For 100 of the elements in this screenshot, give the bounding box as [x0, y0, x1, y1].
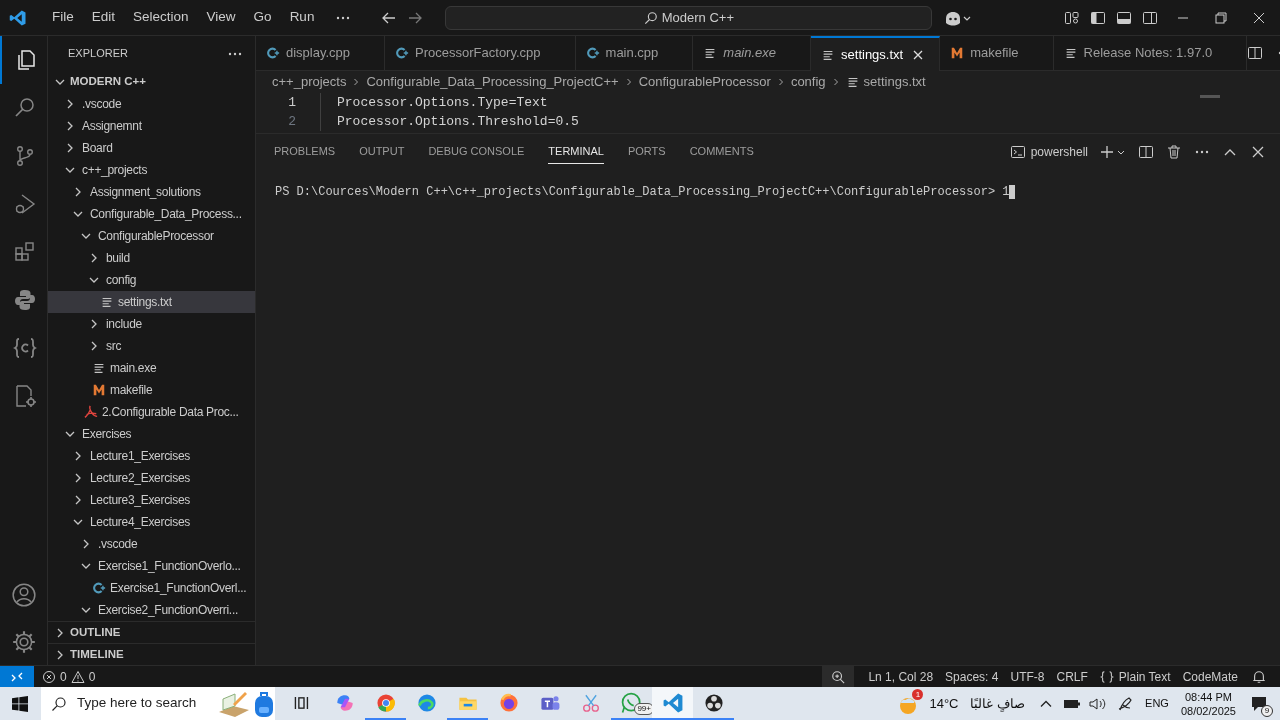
menu-item[interactable]: Selection [124, 7, 198, 28]
editor-tab[interactable]: settings.txt [811, 36, 941, 71]
tree-item[interactable]: Assignment_solutions [48, 181, 255, 203]
clock[interactable]: 08:44 PM 08/02/2025 [1180, 689, 1236, 718]
breadcrumb[interactable]: Configurable_Data_Processing_ProjectC++ [366, 72, 619, 92]
tree-item[interactable]: Assignemnt [48, 115, 255, 137]
menu-item[interactable]: View [197, 7, 245, 28]
tree-item[interactable]: config [48, 269, 255, 291]
tree-item[interactable]: include [48, 313, 255, 335]
notebook-pencil-icon [217, 689, 251, 718]
cpp-file-icon [585, 46, 600, 60]
cpp-file-icon [395, 46, 410, 60]
tree-item[interactable]: c++_projects [48, 159, 255, 181]
tree-item[interactable]: .vscode [48, 533, 255, 555]
tree-item[interactable]: Lecture3_Exercises [48, 489, 255, 511]
status-item[interactable]: Ln 1, Col 28 [862, 667, 940, 686]
m-letter-icon [92, 383, 106, 397]
cpp-file-icon [92, 581, 106, 595]
speaker-icon[interactable] [1089, 696, 1108, 711]
breadcrumb[interactable]: ConfigurableProcessor [638, 72, 771, 92]
editor-tab[interactable]: main.exe [693, 36, 812, 71]
layout-icon[interactable] [1064, 9, 1080, 26]
snakes-icon[interactable] [12, 288, 37, 312]
m-letter-icon [950, 46, 965, 60]
tree-item[interactable]: Board [48, 137, 255, 159]
editor-tab[interactable]: Release Notes: 1.97.0 [1053, 36, 1248, 71]
tree-item[interactable]: Lecture4_Exercises [48, 511, 255, 533]
tree-item[interactable]: Lecture1_Exercises [48, 445, 255, 467]
editor-tab[interactable]: display.cpp [256, 36, 386, 71]
plus-icon[interactable] [1100, 143, 1126, 160]
status-item[interactable]: UTF-8 [1004, 667, 1051, 686]
tree-item[interactable]: build [48, 247, 255, 269]
pdf-file-icon [84, 405, 98, 419]
breadcrumb[interactable]: c++_projects [272, 72, 347, 92]
tree-item[interactable]: Exercise1_FunctionOverl... [48, 577, 255, 599]
tree-item[interactable]: src [48, 335, 255, 357]
notification-icon[interactable] [1250, 694, 1268, 713]
editor-tab[interactable]: main.cpp [575, 36, 694, 71]
panel-tab[interactable]: TERMINAL [548, 138, 604, 165]
restore-icon[interactable] [1214, 10, 1228, 25]
braces-icon[interactable] [12, 336, 37, 360]
search-input[interactable]: Type here to search [77, 693, 211, 714]
language-indicator[interactable]: ENG [1145, 695, 1169, 712]
breadcrumb[interactable]: config [790, 72, 826, 92]
bell-icon[interactable] [1252, 669, 1266, 684]
braces-icon [1099, 669, 1114, 684]
windows-logo-icon [12, 695, 28, 712]
panel-tab[interactable]: OUTPUT [359, 138, 405, 165]
tree-item[interactable]: main.exe [48, 357, 255, 379]
blocks-icon[interactable] [12, 240, 37, 264]
status-item[interactable]: CodeMate [1176, 667, 1244, 686]
split-editor-icon[interactable] [1247, 45, 1264, 61]
terminal-prompt: PS D:\Cources\Modern C++\c++_projects\Configurable_Data_Processing_ProjectC++\ConfigurableProcessor> [275, 184, 996, 201]
panel-tab[interactable]: COMMENTS [689, 138, 754, 165]
zoom-button[interactable] [822, 666, 855, 687]
workspace-title[interactable]: MODERN C++ [70, 73, 147, 91]
menu-item[interactable]: File [43, 7, 83, 28]
tree-item[interactable]: Exercise1_FunctionOverlo... [48, 555, 255, 577]
typed-text: 1 [1002, 184, 1010, 201]
tree-item[interactable]: .vscode [48, 93, 255, 115]
tree-item[interactable]: Exercises [48, 423, 255, 445]
settings-icon[interactable] [10, 629, 37, 655]
menu-item[interactable]: Run [280, 7, 324, 28]
tree-item[interactable]: Configurable_Data_Process... [48, 203, 255, 225]
status-item[interactable]: CRLF [1050, 667, 1094, 686]
app-logo-icon [9, 8, 27, 27]
breadcrumb[interactable]: settings.txt [845, 72, 926, 92]
panel-toggle-icon[interactable] [1116, 9, 1132, 26]
text-file-icon [100, 295, 114, 309]
panel-tab[interactable]: PROBLEMS [274, 138, 336, 165]
tree-item[interactable]: Lecture2_Exercises [48, 467, 255, 489]
tree-item[interactable]: ConfigurableProcessor [48, 225, 255, 247]
menu-item[interactable]: Edit [82, 7, 125, 28]
tree-item[interactable]: makefile [48, 379, 255, 401]
cpp-file-icon [266, 46, 280, 60]
count-badge: 99+ [634, 703, 654, 715]
trash-icon[interactable] [1166, 143, 1182, 160]
problems-indicator[interactable]: 0 0 [42, 667, 96, 686]
tree-item[interactable]: settings.txt [48, 291, 255, 313]
section-header[interactable]: OUTLINE [48, 621, 255, 643]
status-item[interactable]: Plain Text [1093, 667, 1177, 686]
tree-item[interactable]: 2.Configurable Data Proc... [48, 401, 255, 423]
command-center-field[interactable]: Modern C++ [445, 5, 933, 30]
search-icon [643, 10, 658, 25]
editor-tab[interactable]: ProcessorFactory.cpp [385, 36, 576, 71]
account-icon[interactable] [10, 582, 37, 608]
copilot-icon[interactable] [944, 9, 973, 26]
panel-tab[interactable]: PORTS [627, 138, 666, 165]
panel-tab[interactable]: DEBUG CONSOLE [428, 138, 525, 165]
menu-item[interactable]: Go [244, 7, 281, 28]
close-icon[interactable] [1252, 10, 1266, 25]
sidebar-toggle-icon[interactable] [1090, 9, 1106, 26]
code-line: Processor.Options.Type=Text [337, 93, 548, 112]
terminal-selector[interactable]: powershell [1009, 142, 1088, 161]
tree-item[interactable]: Exercise2_FunctionOverri... [48, 599, 255, 621]
search-field[interactable]: Type here to search [41, 687, 275, 720]
split-terminal-icon[interactable] [1138, 143, 1154, 160]
status-item[interactable]: Spaces: 4 [939, 667, 1005, 686]
split-layout-icon[interactable] [1142, 9, 1158, 26]
editor-tab[interactable]: makefile [940, 36, 1054, 71]
